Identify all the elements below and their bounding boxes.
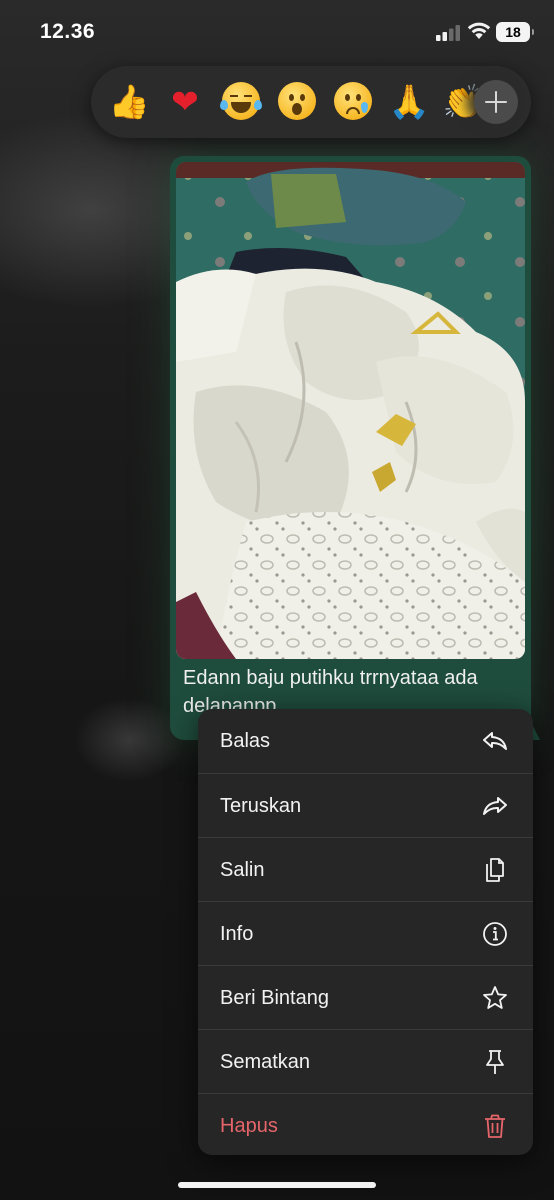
message-photo[interactable] — [176, 162, 525, 659]
reply-icon — [483, 732, 507, 750]
screen: 12.36 18 Edann baju putihku trrnyataa ad… — [0, 0, 554, 1200]
info-icon — [483, 922, 507, 946]
status-time: 12.36 — [40, 20, 96, 43]
menu-item-delete[interactable]: Hapus — [198, 1093, 533, 1155]
menu-item-label: Beri Bintang — [220, 987, 329, 1009]
home-indicator[interactable] — [178, 1182, 376, 1188]
menu-item-info[interactable]: Info — [198, 901, 533, 965]
reaction-crying-face[interactable] — [334, 82, 372, 120]
context-menu: Balas Teruskan Salin Info Beri Bintang S… — [198, 709, 533, 1155]
reaction-face-with-tears-of-joy[interactable] — [220, 82, 262, 120]
cellular-signal-icon — [436, 25, 460, 41]
menu-item-label: Hapus — [220, 1115, 278, 1137]
menu-item-label: Sematkan — [220, 1051, 311, 1073]
menu-item-pin[interactable]: Sematkan — [198, 1029, 533, 1093]
reaction-thumbs-up[interactable]: 👍 — [106, 79, 152, 125]
menu-item-copy[interactable]: Salin — [198, 837, 533, 901]
photo-of-white-clothes-on-bed — [176, 162, 525, 659]
wifi-icon — [467, 22, 491, 39]
add-reaction-button[interactable] — [474, 80, 518, 124]
menu-item-label: Balas — [220, 730, 271, 752]
status-bar: 12.36 18 — [0, 0, 554, 64]
menu-item-label: Teruskan — [220, 795, 302, 817]
menu-item-forward[interactable]: Teruskan — [198, 773, 533, 837]
reaction-red-heart[interactable]: ❤ — [162, 79, 208, 125]
copy-icon — [486, 858, 504, 882]
menu-item-label: Salin — [220, 859, 265, 881]
reaction-folded-hands[interactable]: 🙏 — [386, 79, 432, 125]
forward-icon — [483, 797, 507, 815]
pin-icon — [486, 1050, 504, 1074]
reaction-face-with-open-mouth[interactable] — [278, 82, 316, 120]
trash-icon — [485, 1114, 505, 1138]
message-bubble[interactable]: Edann baju putihku trrnyataa ada delapan… — [170, 156, 531, 740]
reaction-bar: 👍 ❤ 🙏 👏 — [91, 66, 531, 138]
menu-item-reply[interactable]: Balas — [198, 709, 533, 773]
menu-item-star[interactable]: Beri Bintang — [198, 965, 533, 1029]
battery-icon: 18 — [496, 22, 534, 42]
menu-item-label: Info — [220, 923, 254, 945]
star-icon — [483, 986, 507, 1009]
